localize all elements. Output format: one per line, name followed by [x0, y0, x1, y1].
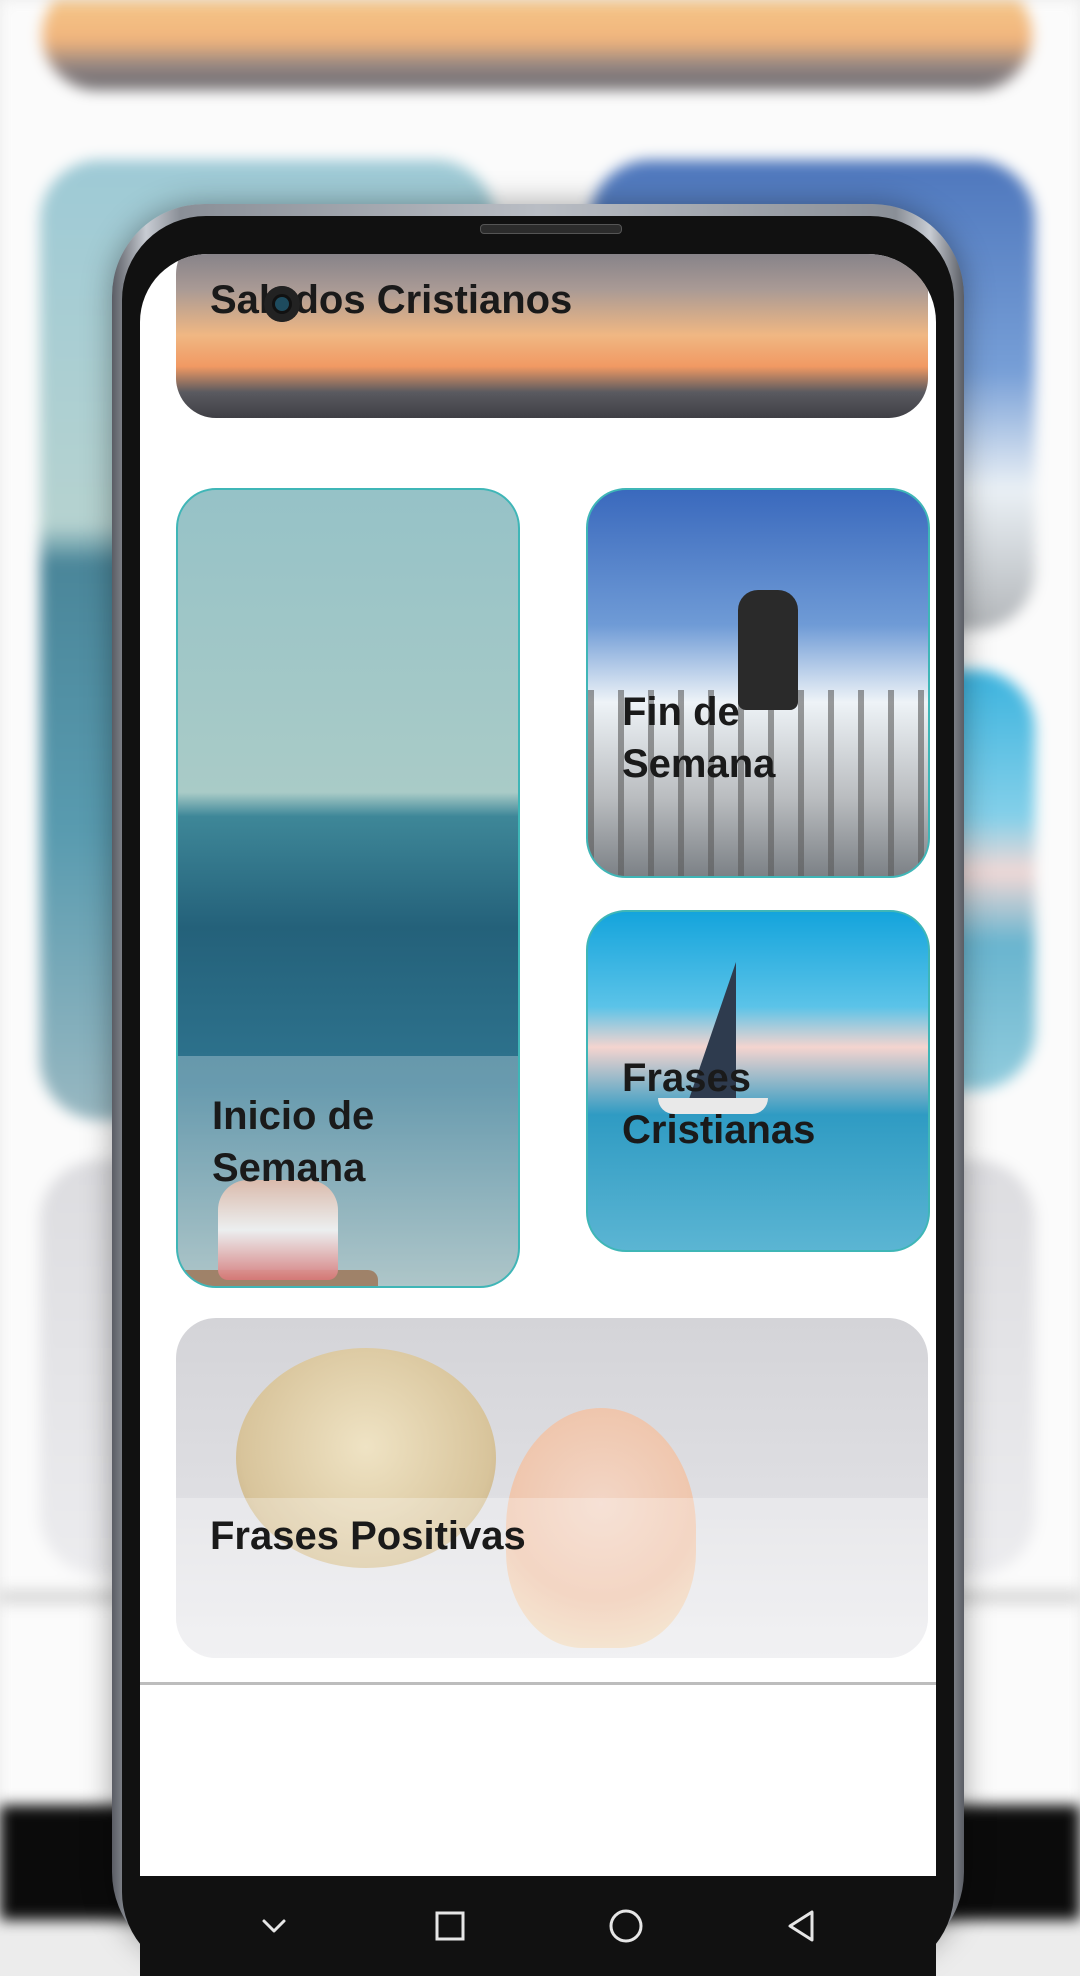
card-label: Frases Positivas	[210, 1514, 526, 1558]
back-button[interactable]	[762, 1886, 842, 1966]
category-card-inicio-de-semana[interactable]: Inicio de Semana	[176, 488, 520, 1288]
category-card-frases-cristianas[interactable]: Frases Cristianas	[586, 910, 930, 1252]
phone-bezel: Saludos Cristianos Inicio de Semana Fin …	[122, 216, 954, 1976]
card-label: Frases Cristianas	[622, 1056, 816, 1152]
speaker-grille	[480, 224, 622, 234]
phone-frame: Saludos Cristianos Inicio de Semana Fin …	[112, 204, 964, 1976]
background-card	[42, 0, 1032, 90]
chevron-down-icon	[262, 1919, 286, 1933]
circle-icon	[609, 1909, 643, 1943]
category-card-fin-de-semana[interactable]: Fin de Semana	[586, 488, 930, 878]
card-label: Fin de Semana	[622, 690, 776, 786]
category-card-saludos-cristianos[interactable]: Saludos Cristianos	[176, 254, 928, 418]
front-camera	[264, 286, 300, 322]
system-navigation-bar	[140, 1876, 936, 1976]
hide-keyboard-button[interactable]	[234, 1886, 314, 1966]
content-divider	[140, 1682, 936, 1685]
phone-screen: Saludos Cristianos Inicio de Semana Fin …	[140, 254, 936, 1976]
home-button[interactable]	[586, 1886, 666, 1966]
square-icon	[435, 1911, 465, 1941]
category-card-frases-positivas[interactable]: Frases Positivas	[176, 1318, 928, 1658]
card-label: Inicio de Semana	[212, 1094, 375, 1190]
triangle-back-icon	[788, 1910, 814, 1942]
recents-button[interactable]	[410, 1886, 490, 1966]
